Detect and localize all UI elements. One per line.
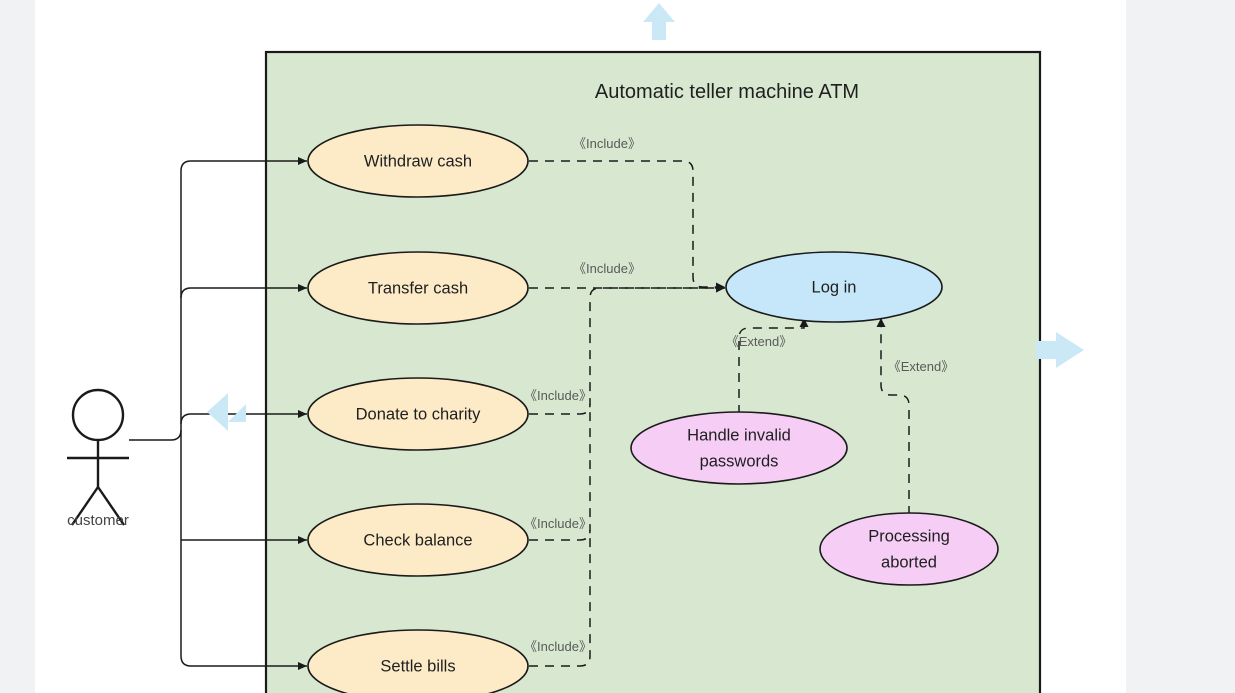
actor-head [71, 388, 125, 442]
use-case-label-check-balance: Check balance [363, 531, 472, 549]
stereotype-label-include-1: 《Include》 [573, 136, 641, 151]
actor-label-customer: customer [67, 512, 129, 529]
stereotype-label-include-5: 《Include》 [524, 639, 592, 654]
use-case-log-in[interactable]: Log in [725, 251, 943, 323]
use-case-check-balance[interactable]: Check balance [307, 503, 529, 577]
actor-customer[interactable]: customer [67, 388, 129, 529]
actor-trunk-line [129, 429, 182, 441]
use-case-label-handle-invalid-passwords-line1: Handle invalid [687, 426, 791, 444]
page-root: Automatic teller machine ATM customer 《I… [0, 0, 1235, 693]
use-case-label-transfer-cash: Transfer cash [368, 279, 468, 297]
use-case-ellipse [819, 512, 999, 586]
use-case-handle-invalid-passwords[interactable]: Handle invalid passwords [630, 411, 848, 485]
stereotype-label-include-2: 《Include》 [573, 261, 641, 276]
use-case-withdraw-cash[interactable]: Withdraw cash [307, 124, 529, 198]
stereotype-label-extend-2: 《Extend》 [888, 359, 954, 374]
use-case-label-processing-aborted-line2: aborted [881, 553, 937, 571]
diagram-canvas[interactable]: Automatic teller machine ATM customer 《I… [35, 0, 1126, 693]
stereotype-label-include-4: 《Include》 [524, 516, 592, 531]
use-case-label-withdraw-cash: Withdraw cash [364, 152, 472, 170]
use-case-diagram: Automatic teller machine ATM customer 《I… [67, 3, 1084, 693]
use-case-transfer-cash[interactable]: Transfer cash [307, 251, 529, 325]
use-case-label-log-in: Log in [812, 278, 857, 296]
use-case-label-handle-invalid-passwords-line2: passwords [700, 452, 779, 470]
cursor-right-arrow[interactable] [1036, 332, 1084, 368]
page-gutter-right [1126, 0, 1235, 693]
use-case-label-donate-to-charity: Donate to charity [356, 405, 481, 423]
use-case-label-settle-bills: Settle bills [380, 657, 455, 675]
use-case-label-processing-aborted-line1: Processing [868, 527, 950, 545]
page-gutter-left [0, 0, 35, 693]
actor-spine-lower [180, 430, 192, 667]
system-boundary-title: Automatic teller machine ATM [595, 81, 859, 103]
use-case-donate-to-charity[interactable]: Donate to charity [307, 377, 529, 451]
cursor-up-arrow[interactable] [643, 3, 675, 40]
stereotype-label-extend-1: 《Extend》 [726, 334, 792, 349]
actor-spine-upper [180, 160, 192, 430]
use-case-processing-aborted[interactable]: Processing aborted [819, 512, 999, 586]
use-case-ellipse [630, 411, 848, 485]
cursor-left-arrow[interactable] [207, 393, 246, 431]
stereotype-label-include-3: 《Include》 [524, 388, 592, 403]
